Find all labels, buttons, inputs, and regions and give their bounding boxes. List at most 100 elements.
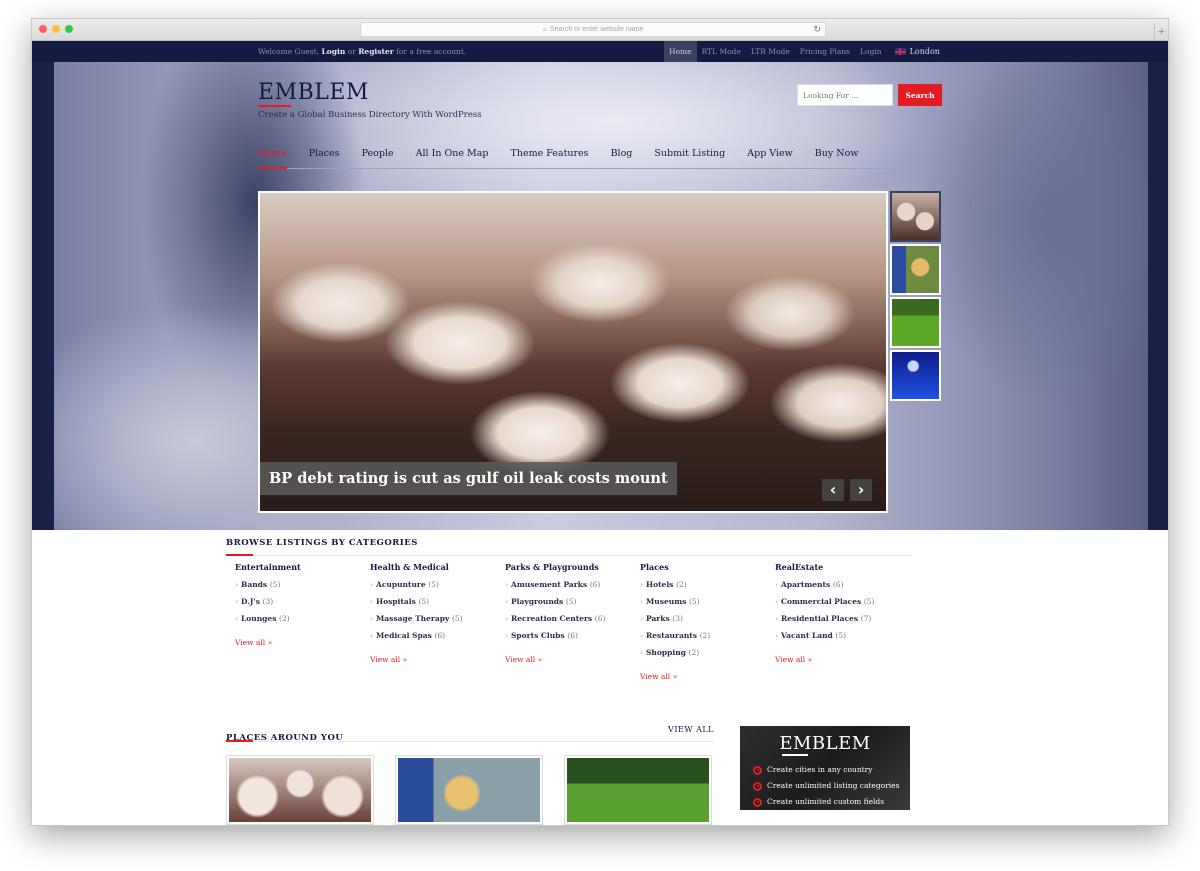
promo-banner[interactable]: EMBLEM Create cities in any country Crea… <box>740 726 910 810</box>
top-link-home[interactable]: Home <box>664 41 697 62</box>
category-item[interactable]: › Playgrounds (5) <box>505 596 640 613</box>
category-item[interactable]: › Massage Therapy (5) <box>370 613 505 630</box>
top-link-login[interactable]: Login <box>855 41 887 62</box>
site-logo[interactable]: EMBLEM <box>258 80 369 105</box>
category-column: Places › Hotels (2) › Museums (5) › Parks (… <box>640 562 775 683</box>
thumbnail-playground[interactable] <box>890 244 941 295</box>
top-bar: Welcome Guest, Login or Register for a f… <box>32 41 1168 62</box>
thumbnail-cupcakes[interactable] <box>890 191 941 242</box>
nav-all-in-one-map[interactable]: All In One Map <box>416 147 489 168</box>
view-all-link[interactable]: View all » <box>235 638 272 647</box>
category-item[interactable]: › D.J's (3) <box>235 596 370 613</box>
category-item[interactable]: › Restaurants (2) <box>640 630 775 647</box>
category-column: Parks & Playgrounds › Amusement Parks (6)… <box>505 562 640 683</box>
category-item[interactable]: › Bands (5) <box>235 579 370 596</box>
place-card[interactable] <box>564 755 712 825</box>
top-link-rtl-mode[interactable]: RTL Mode <box>697 41 746 62</box>
nav-people[interactable]: People <box>362 147 394 168</box>
place-image-cupcakes <box>229 758 371 822</box>
chevron-right-icon: › <box>775 631 778 640</box>
category-item[interactable]: › Acupunture (5) <box>370 579 505 596</box>
item-label: Museums <box>646 597 687 606</box>
register-link[interactable]: Register <box>358 47 394 56</box>
hero-section: EMBLEM Create a Global Business Director… <box>32 62 1168 530</box>
category-item[interactable]: › Amusement Parks (6) <box>505 579 640 596</box>
item-count: (2) <box>699 631 711 640</box>
places-title: PLACES AROUND YOU <box>226 733 344 743</box>
category-heading[interactable]: Places <box>640 562 775 574</box>
category-column: Health & Medical › Acupunture (5) › Hospit… <box>370 562 505 683</box>
location-label: London <box>909 47 940 56</box>
category-item[interactable]: › Shopping (2) <box>640 647 775 664</box>
nav-home[interactable]: Home <box>258 147 287 169</box>
category-item[interactable]: › Hospitals (5) <box>370 596 505 613</box>
place-image-playground <box>398 758 540 822</box>
maximize-window-button[interactable] <box>65 25 73 33</box>
view-all-link[interactable]: View all » <box>370 655 407 664</box>
chevron-right-icon: › <box>640 614 643 623</box>
view-all-link[interactable]: View all » <box>505 655 542 664</box>
uk-flag-icon <box>894 48 906 55</box>
chevron-right-icon: › <box>640 631 643 640</box>
slider-next-button[interactable]: › <box>850 479 872 501</box>
location-selector[interactable]: London <box>894 41 940 62</box>
search-input[interactable] <box>797 84 893 106</box>
category-item[interactable]: › Vacant Land (5) <box>775 630 910 647</box>
category-item[interactable]: › Hotels (2) <box>640 579 775 596</box>
featured-slider[interactable]: BP debt rating is cut as gulf oil leak c… <box>258 191 888 513</box>
top-link-pricing-plans[interactable]: Pricing Plans <box>795 41 855 62</box>
item-label: Lounges <box>241 614 277 623</box>
category-item[interactable]: › Commercial Places (5) <box>775 596 910 613</box>
chevron-right-icon: › <box>640 648 643 657</box>
place-cards <box>226 755 714 825</box>
new-tab-button[interactable]: + <box>1154 23 1168 41</box>
chevron-right-icon: › <box>235 597 238 606</box>
item-label: Acupunture <box>376 580 426 589</box>
or-text: or <box>345 47 359 56</box>
category-item[interactable]: › Residential Places (7) <box>775 613 910 630</box>
reload-icon[interactable]: ↻ <box>813 24 821 35</box>
nav-theme-features[interactable]: Theme Features <box>511 147 589 168</box>
nav-app-view[interactable]: App View <box>747 147 793 168</box>
address-bar[interactable]: ⌕ Search or enter website name ↻ <box>360 22 826 37</box>
promo-feature: Create cities in any country <box>753 762 910 778</box>
item-count: (6) <box>434 631 446 640</box>
category-heading[interactable]: RealEstate <box>775 562 910 574</box>
item-label: Recreation Centers <box>511 614 593 623</box>
place-card[interactable] <box>226 755 374 825</box>
view-all-link[interactable]: View all » <box>640 672 677 681</box>
chevron-right-icon: › <box>370 580 373 589</box>
item-label: Sports Clubs <box>511 631 565 640</box>
close-window-button[interactable] <box>39 25 47 33</box>
nav-blog[interactable]: Blog <box>611 147 633 168</box>
category-item[interactable]: › Recreation Centers (6) <box>505 613 640 630</box>
category-heading[interactable]: Parks & Playgrounds <box>505 562 640 574</box>
thumbnail-lightning[interactable] <box>890 350 941 401</box>
category-item[interactable]: › Museums (5) <box>640 596 775 613</box>
slide-caption[interactable]: BP debt rating is cut as gulf oil leak c… <box>260 462 677 495</box>
place-card[interactable] <box>395 755 543 825</box>
welcome-text: Welcome Guest, <box>258 47 322 56</box>
nav-buy-now[interactable]: Buy Now <box>815 147 859 168</box>
nav-places[interactable]: Places <box>309 147 340 168</box>
search-button[interactable]: Search <box>898 84 942 106</box>
category-item[interactable]: › Parks (3) <box>640 613 775 630</box>
minimize-window-button[interactable] <box>52 25 60 33</box>
thumbnail-laptop-grass[interactable] <box>890 297 941 348</box>
places-view-all-link[interactable]: VIEW ALL <box>668 725 714 734</box>
item-count: (5) <box>689 597 700 606</box>
feature-text: Create cities in any country <box>767 765 873 774</box>
view-all-link[interactable]: View all » <box>775 655 812 664</box>
category-item[interactable]: › Medical Spas (6) <box>370 630 505 647</box>
category-item[interactable]: › Lounges (2) <box>235 613 370 630</box>
category-heading[interactable]: Health & Medical <box>370 562 505 574</box>
item-label: Medical Spas <box>376 631 432 640</box>
nav-submit-listing[interactable]: Submit Listing <box>654 147 725 168</box>
category-item[interactable]: › Apartments (6) <box>775 579 910 596</box>
category-item[interactable]: › Sports Clubs (6) <box>505 630 640 647</box>
top-link-ltr-mode[interactable]: LTR Mode <box>746 41 795 62</box>
item-label: Parks <box>646 614 670 623</box>
slider-prev-button[interactable]: ‹ <box>822 479 844 501</box>
login-link[interactable]: Login <box>321 47 345 56</box>
category-heading[interactable]: Entertainment <box>235 562 370 574</box>
